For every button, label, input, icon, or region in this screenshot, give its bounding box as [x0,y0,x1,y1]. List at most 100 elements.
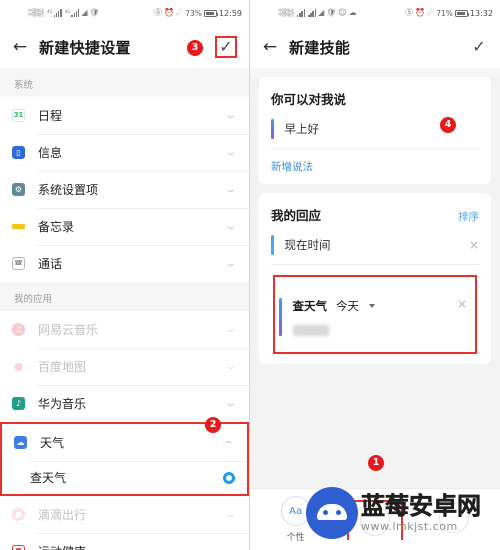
step-badge-2: 2 [205,417,221,433]
chevron-down-icon[interactable] [369,304,375,308]
robot-head-shape [317,504,347,520]
carrier-2-label: 中国电信 [278,12,294,17]
battery-icon [454,9,470,17]
list-item-label: 华为音乐 [38,397,87,411]
mute-icon: Ⓢ [154,8,163,17]
clock-label: 12:59 [218,8,242,18]
list-item-calendar[interactable]: 31 日程 ⌄ [0,97,249,134]
chevron-down-icon[interactable]: ⌄ [225,259,237,269]
signal-1: 4G [47,9,62,17]
confirm-check-button[interactable]: ✓ [468,36,490,58]
battery-percent-label: 73% [185,8,202,18]
shield-icon: 🛡 [326,8,337,17]
list-item-label: 日程 [38,109,63,123]
system-items-list: 31 日程 ⌄ ▯ 信息 ⌄ ⚙ 系统设置项 ⌄ 备忘录 ⌄ ☎ 通话 ⌄ [0,97,249,282]
signal-2: 4G [65,9,80,17]
status-bar: 中国移动 中国电信 4G 4G ◢ 🛡 Ⓢ ⏰ ☄ 73% 12:59 [0,0,249,26]
chevron-down-icon[interactable]: ⌄ [225,325,237,335]
my-apps-list: ♫ 网易云音乐 ⌄ ● 百度地图 ⌄ ♪ 华为音乐 ⌄ ☁ 天气 ⌄ 查天气 2… [0,311,249,550]
skill-editor-scroll[interactable]: 你可以对我说 早上好 新增说法 我的回应 排序 现在时间 × 查天气 今天 × … [250,77,500,550]
list-item-baidu-map[interactable]: ● 百度地图 ⌄ [0,348,249,385]
remove-response-icon[interactable]: × [463,239,479,251]
chevron-down-icon[interactable]: ⌄ [225,510,237,520]
remove-response-icon[interactable]: × [451,298,467,336]
accent-bar [271,235,274,255]
section-header-system: 系统 [0,68,249,97]
list-item-health[interactable]: ♥ 运动健康 ⌄ [0,533,249,550]
response-item-check-weather[interactable]: 查天气 今天 × [279,292,471,344]
robot-eye-left [323,510,328,515]
list-item-didi[interactable]: ● 滴滴出行 ⌄ [0,496,249,533]
accent-bar [271,119,274,139]
phone-call-icon: ☎ [12,257,25,270]
clock-label: 13:32 [469,8,493,18]
signal-bars-2-icon [308,9,317,17]
page-title: 新建技能 [289,38,351,57]
chevron-down-icon[interactable]: ⌄ [225,222,237,232]
android-robot-logo-icon [306,487,358,539]
response-item-weather-highlight: 查天气 今天 × 4 [273,117,477,354]
list-item-call[interactable]: ☎ 通话 ⌄ [0,245,249,282]
confirm-check-button[interactable]: ✓ [215,36,237,58]
sub-list-item-check-weather[interactable]: 查天气 [2,461,247,494]
bluetooth-icon: ☄ [176,8,184,17]
page-title: 新建快捷设置 [39,38,131,57]
chevron-down-icon[interactable]: ⌄ [225,399,237,409]
say-to-me-card: 你可以对我说 早上好 新增说法 [259,77,491,184]
response-item-current-time[interactable]: 现在时间 × [271,235,479,265]
settings-list-scroll[interactable]: 系统 31 日程 ⌄ ▯ 信息 ⌄ ⚙ 系统设置项 ⌄ 备忘录 ⌄ ☎ 通话 ⌄… [0,68,249,550]
robot-eye-right [336,510,341,515]
huawei-music-icon: ♪ [12,397,25,410]
tool-label: 个性 [286,533,305,543]
right-phone-screen: 中国移动 中国电信 ◢ 🛡 ☺ ☁ Ⓢ ⏰ ☄ 71% 13:32 ← 新建技能… [250,0,500,550]
chevron-up-icon[interactable]: ⌄ [223,438,235,448]
response-param-label[interactable]: 今天 [336,298,359,314]
response-body: 查天气 今天 [292,298,451,336]
signal-2 [308,9,317,17]
list-item-netease-music[interactable]: ♫ 网易云音乐 ⌄ [0,311,249,348]
status-bar-left: 中国移动 中国电信 4G 4G ◢ 🛡 [28,8,100,18]
list-item-label: 网易云音乐 [38,323,99,337]
status-bar-right: Ⓢ ⏰ ☄ 71% 13:32 [405,9,493,18]
card-title: 我的回应 [271,208,322,223]
site-watermark: 蓝莓安卓网 www.lmkjst.com [306,487,481,539]
card-title-row: 我的回应 排序 [271,205,479,224]
section-header-my-apps: 我的应用 [0,282,249,311]
response-item-label: 现在时间 [284,238,331,252]
list-item-system-settings[interactable]: ⚙ 系统设置项 ⌄ [0,171,249,208]
radio-selected-icon[interactable] [223,471,235,484]
list-item-message[interactable]: ▯ 信息 ⌄ [0,134,249,171]
my-response-card: 我的回应 排序 现在时间 × 查天气 今天 × 4 [259,117,491,364]
carrier-labels: 中国移动 中国电信 [278,8,294,18]
chevron-down-icon[interactable]: ⌄ [225,185,237,195]
battery-percent-label: 71% [436,8,453,18]
chevron-down-icon[interactable]: ⌄ [225,547,237,550]
didi-icon: ● [12,508,25,521]
list-item-label: 天气 [40,436,65,450]
list-item-label: 备忘录 [38,220,75,234]
carrier-labels: 中国移动 中国电信 [28,8,44,18]
back-icon[interactable]: ← [10,37,30,57]
card-title: 你可以对我说 [271,92,347,107]
carrier-2-label: 中国电信 [28,12,44,17]
list-item-memo[interactable]: 备忘录 ⌄ [0,208,249,245]
chevron-down-icon[interactable]: ⌄ [225,148,237,158]
accent-bar [279,298,282,336]
status-bar-left: 中国移动 中国电信 ◢ 🛡 ☺ ☁ [278,8,357,18]
watermark-site-url: www.lmkjst.com [361,520,458,533]
response-header: 查天气 今天 [293,298,451,314]
wifi-icon: ◢ [318,8,325,17]
chevron-down-icon[interactable]: ⌄ [225,362,237,372]
app-bar: ← 新建快捷设置 3 ✓ [0,26,249,68]
network-type-2-label: 4G [64,9,71,14]
response-item-label: 查天气 [292,299,328,313]
network-type-1-label: 4G [46,9,53,14]
sort-link[interactable]: 排序 [458,209,479,224]
message-icon: ▯ [12,146,25,159]
health-icon: ♥ [12,545,25,550]
alarm-icon: ⏰ [415,8,426,17]
add-phrase-link[interactable]: 新增说法 [271,159,479,174]
netease-music-icon: ♫ [12,323,25,336]
chevron-down-icon[interactable]: ⌄ [225,111,237,121]
back-icon[interactable]: ← [260,37,280,57]
